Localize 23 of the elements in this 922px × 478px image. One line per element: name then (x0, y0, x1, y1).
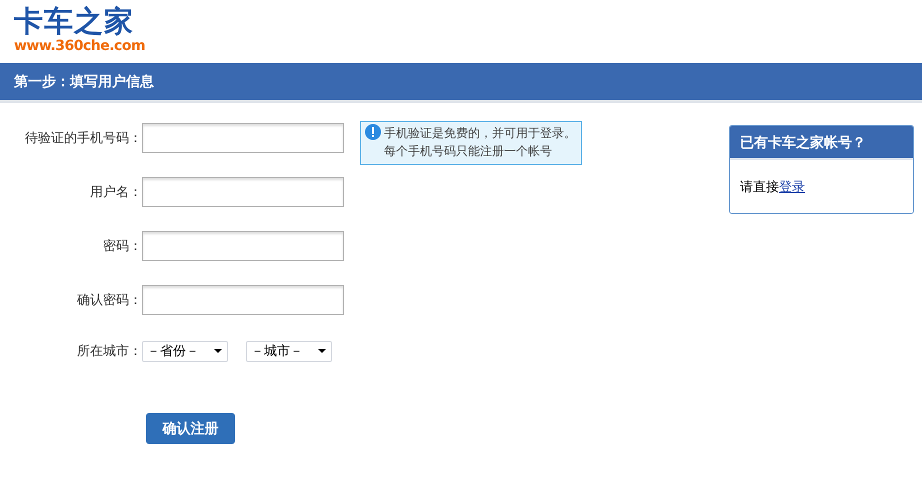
field-label: 密码： (102, 237, 142, 256)
step-title: 第一步：填写用户信息 (14, 72, 154, 91)
field-label: 确认密码： (76, 291, 142, 310)
tip-text: 手机验证是免费的，并可用于登录。 (384, 125, 576, 142)
register-button[interactable]: 确认注册 (146, 413, 235, 444)
dropdown[interactable]: －城市－ (246, 340, 332, 362)
logo-wordmark: 卡车之家 (14, 6, 135, 38)
login-link[interactable]: 登录 (779, 179, 805, 194)
tip-text: 每个手机号码只能注册一个帐号 (384, 143, 553, 160)
input-field[interactable] (142, 123, 344, 153)
caret-icon (214, 349, 222, 353)
login-card-title: 已有卡车之家帐号？ (740, 132, 866, 152)
logo-url: www.360che.com (14, 38, 146, 54)
caret-icon (318, 349, 326, 353)
input-field[interactable] (142, 231, 344, 261)
info-icon (365, 124, 381, 140)
input-field[interactable] (142, 177, 344, 207)
dropdown[interactable]: －省份－ (142, 340, 228, 362)
field-label: 所在城市： (76, 342, 142, 360)
field-label: 待验证的手机号码： (24, 129, 142, 148)
input-field[interactable] (142, 285, 344, 315)
field-label: 用户名： (89, 183, 142, 202)
login-prompt: 请直接登录 (739, 178, 806, 196)
